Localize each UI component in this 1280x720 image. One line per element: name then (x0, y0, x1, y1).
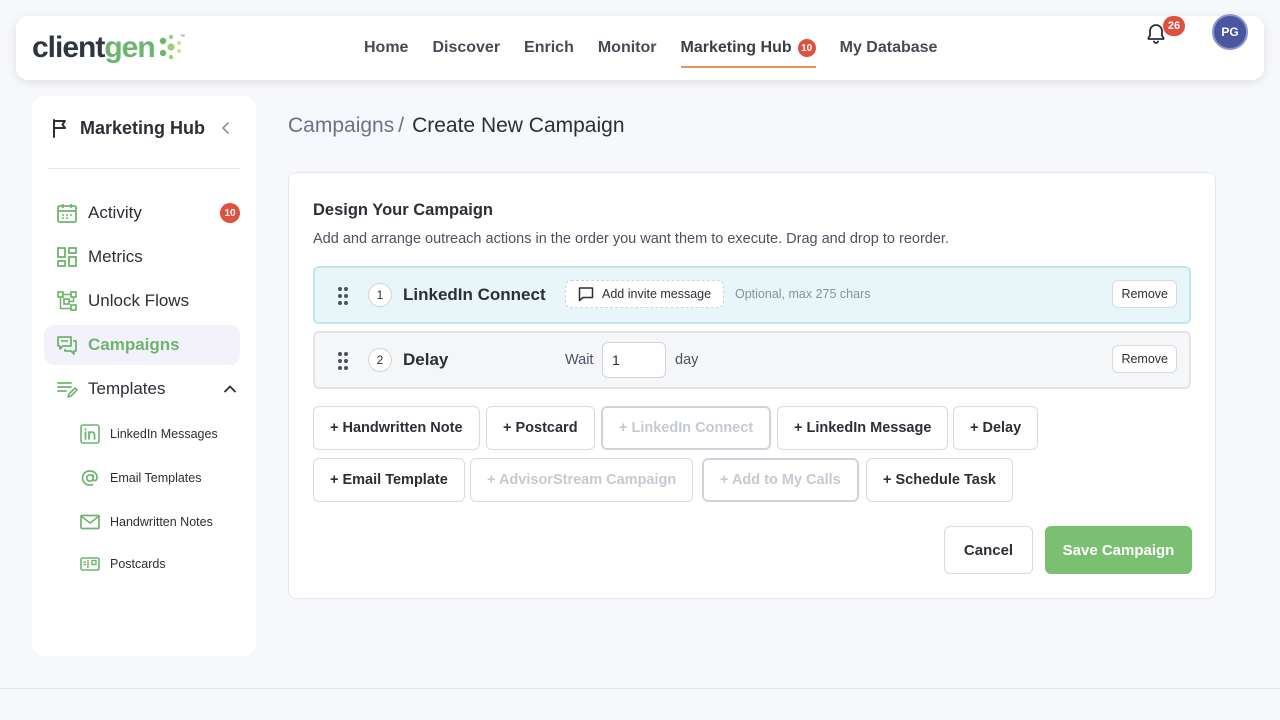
delay-unit-label: day (675, 352, 699, 368)
sidebar-item-campaigns[interactable]: Campaigns (44, 325, 240, 365)
logo-trademark: ™ (180, 34, 185, 40)
breadcrumb-campaigns-link[interactable]: Campaigns (288, 114, 394, 138)
chevron-up-icon[interactable] (222, 381, 238, 397)
sidebar-subitem-handwritten-notes-label: Handwritten Notes (110, 515, 213, 529)
page-title: Create New Campaign (412, 114, 625, 137)
nav-discover-label: Discover (432, 39, 501, 56)
add-advisorstream-campaign-button[interactable]: + AdvisorStream Campaign (470, 458, 694, 502)
sidebar-header: Marketing Hub (50, 116, 240, 140)
calendar-icon (57, 204, 77, 223)
add-linkedin-message-button[interactable]: + LinkedIn Message (777, 406, 949, 450)
flag-icon (53, 119, 66, 138)
nav-marketing-hub[interactable]: Marketing Hub 10 (680, 16, 816, 80)
sidebar-divider (48, 168, 240, 169)
add-email-template-button[interactable]: + Email Template (313, 458, 465, 502)
envelope-icon (80, 514, 100, 530)
sidebar: Marketing Hub Activity 10 Metrics Unlock… (32, 96, 256, 656)
message-icon (578, 287, 594, 302)
add-invite-message-button[interactable]: Add invite message (565, 280, 725, 308)
nav-enrich[interactable]: Enrich (524, 16, 574, 80)
sidebar-subitem-linkedin-messages-label: LinkedIn Messages (110, 427, 218, 441)
edit-list-icon (57, 382, 78, 398)
main-nav: Home Discover Enrich Monitor Marketing H… (364, 16, 961, 80)
add-schedule-task-button[interactable]: + Schedule Task (866, 458, 1013, 502)
remove-step-button[interactable]: Remove (1112, 280, 1177, 308)
sidebar-item-unlock-flows[interactable]: Unlock Flows (44, 281, 240, 321)
add-invite-message-label: Add invite message (602, 287, 712, 301)
postcard-icon (80, 557, 100, 571)
drag-handle-icon[interactable] (337, 351, 349, 371)
nav-enrich-label: Enrich (524, 39, 574, 56)
step-number: 2 (368, 348, 392, 372)
sidebar-title: Marketing Hub (80, 117, 206, 138)
campaign-step-linkedin-connect[interactable]: 1 LinkedIn Connect Add invite message Op… (313, 266, 1191, 324)
nav-monitor[interactable]: Monitor (598, 16, 657, 80)
sidebar-item-metrics-label: Metrics (88, 247, 143, 266)
sidebar-item-activity-label: Activity (88, 203, 142, 222)
add-postcard-button[interactable]: + Postcard (486, 406, 595, 450)
add-delay-button[interactable]: + Delay (953, 406, 1039, 450)
add-handwritten-note-button[interactable]: + Handwritten Note (313, 406, 480, 450)
nav-home[interactable]: Home (364, 16, 408, 80)
nav-my-database-label: My Database (839, 39, 938, 56)
sidebar-item-templates[interactable]: Templates (44, 369, 240, 409)
top-navigation-bar: client gen ™ Home Discover Enrich Monitor… (16, 16, 1264, 80)
remove-step-button[interactable]: Remove (1112, 345, 1177, 373)
logo-dots-icon: ™ (159, 34, 185, 60)
save-campaign-button[interactable]: Save Campaign (1045, 526, 1192, 574)
step-name: Delay (403, 350, 449, 369)
sidebar-subitem-handwritten-notes[interactable]: Handwritten Notes (80, 508, 240, 536)
delay-days-input[interactable] (602, 342, 666, 378)
sidebar-subitem-postcards[interactable]: Postcards (80, 550, 240, 578)
nav-monitor-label: Monitor (597, 39, 657, 56)
sidebar-item-templates-label: Templates (88, 379, 166, 398)
sidebar-item-activity[interactable]: Activity 10 (44, 193, 240, 233)
nav-my-database[interactable]: My Database (840, 16, 938, 80)
sidebar-subitem-email-templates-label: Email Templates (110, 471, 202, 485)
chat-icon (57, 336, 77, 355)
card-title: Design Your Campaign (313, 201, 494, 219)
collapse-sidebar-chevron-icon[interactable] (218, 120, 234, 136)
nav-discover[interactable]: Discover (432, 16, 500, 80)
dashboard-icon (57, 247, 77, 267)
sidebar-subitem-email-templates[interactable]: Email Templates (80, 464, 240, 492)
nav-marketing-hub-label: Marketing Hub (680, 39, 792, 56)
sidebar-item-unlock-flows-label: Unlock Flows (88, 291, 190, 310)
sidebar-item-metrics[interactable]: Metrics (44, 237, 240, 277)
nav-marketing-hub-badge: 10 (797, 39, 816, 57)
sidebar-subitem-postcards-label: Postcards (110, 557, 166, 571)
step-number: 1 (368, 283, 392, 307)
breadcrumb: Campaigns / Create New Campaign (288, 114, 625, 138)
sidebar-item-campaigns-label: Campaigns (88, 335, 180, 354)
add-linkedin-connect-button[interactable]: + LinkedIn Connect (601, 406, 772, 450)
breadcrumb-separator: / (398, 114, 405, 137)
nav-home-label: Home (364, 39, 409, 56)
cancel-button[interactable]: Cancel (944, 526, 1033, 574)
step-name: LinkedIn Connect (403, 285, 546, 304)
linkedin-icon (80, 424, 100, 444)
campaign-designer-card: Design Your Campaign Add and arrange out… (288, 172, 1216, 599)
card-description: Add and arrange outreach actions in the … (313, 231, 949, 247)
at-icon (81, 470, 98, 487)
invite-message-hint: Optional, max 275 chars (735, 287, 871, 301)
flow-icon (57, 291, 77, 311)
drag-handle-icon[interactable] (337, 286, 349, 306)
add-to-my-calls-button[interactable]: + Add to My Calls (702, 458, 859, 502)
notification-count-badge: 26 (1163, 16, 1185, 36)
activity-count-badge: 10 (220, 203, 240, 223)
campaign-step-delay[interactable]: 2 Delay Wait day Remove (313, 331, 1191, 389)
logo-text-gen: gen (104, 31, 155, 64)
sidebar-subitem-linkedin-messages[interactable]: LinkedIn Messages (80, 420, 240, 448)
logo-text-client: client (32, 31, 105, 64)
wait-label: Wait (565, 352, 594, 368)
footer-divider (0, 688, 1280, 689)
user-avatar[interactable]: PG (1212, 14, 1248, 50)
clientgen-logo[interactable]: client gen ™ (32, 30, 187, 66)
